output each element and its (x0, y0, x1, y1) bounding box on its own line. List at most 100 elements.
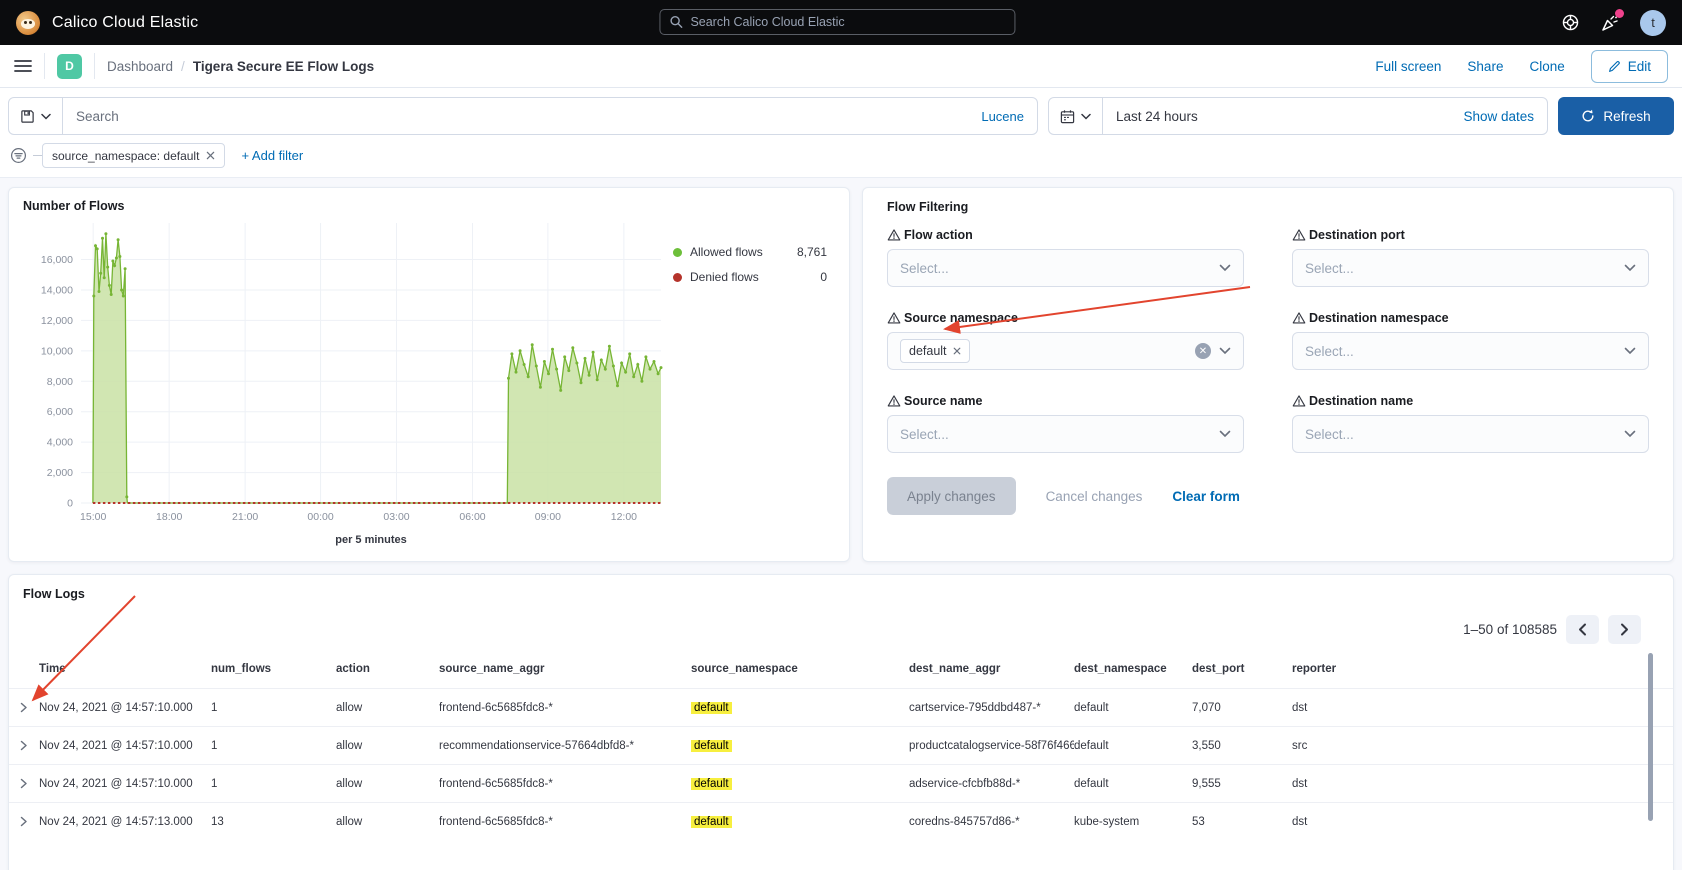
field-select[interactable]: Select... (1292, 332, 1649, 370)
search-input[interactable]: Search (63, 109, 981, 124)
svg-text:16,000: 16,000 (41, 254, 73, 266)
svg-text:12,000: 12,000 (41, 315, 73, 327)
flow-logs-header-row: Timenum_flowsactionsource_name_aggrsourc… (9, 650, 1673, 688)
legend-item[interactable]: Denied flows0 (673, 270, 827, 284)
share-link[interactable]: Share (1467, 59, 1503, 74)
clear-selection-icon[interactable]: ✕ (1195, 343, 1211, 359)
cell-action: allow (336, 702, 439, 714)
field-select[interactable]: default ✕ (887, 332, 1244, 370)
user-avatar[interactable]: t (1640, 10, 1666, 36)
close-icon[interactable] (206, 151, 215, 160)
column-header-dest_name_aggr[interactable]: dest_name_aggr (909, 663, 1074, 675)
field-select[interactable]: Select... (887, 249, 1244, 287)
menu-hamburger-icon[interactable] (14, 59, 32, 73)
search-icon (669, 15, 683, 29)
cell-dest_port: 53 (1192, 816, 1292, 828)
space-badge[interactable]: D (57, 54, 82, 79)
expand-row-icon[interactable] (9, 702, 39, 713)
cell-source_name_aggr: frontend-6c5685fdc8-* (439, 816, 691, 828)
column-header-source_namespace[interactable]: source_namespace (691, 663, 909, 675)
flow-filtering-title: Flow Filtering (887, 200, 1649, 214)
cell-dest_name_aggr: adservice-cfcbfb88d-* (909, 778, 1074, 790)
cell-reporter: src (1292, 740, 1673, 752)
chevron-down-icon (1624, 264, 1636, 272)
expand-row-icon[interactable] (9, 778, 39, 789)
select-placeholder: Select... (1305, 344, 1616, 359)
warning-icon (887, 228, 901, 242)
next-page-button[interactable] (1608, 615, 1641, 644)
cell-dest_namespace: default (1074, 740, 1192, 752)
cell-source_namespace: default (691, 778, 909, 790)
column-header-source_name_aggr[interactable]: source_name_aggr (439, 663, 691, 675)
filter-options-icon[interactable] (10, 147, 27, 164)
svg-text:10,000: 10,000 (41, 345, 73, 357)
column-header-dest_port[interactable]: dest_port (1192, 663, 1292, 675)
field-select[interactable]: Select... (887, 415, 1244, 453)
expand-row-icon[interactable] (9, 816, 39, 827)
global-search-input[interactable]: Search Calico Cloud Elastic (659, 9, 1015, 35)
select-placeholder: Select... (1305, 261, 1616, 276)
help-icon[interactable] (1561, 13, 1580, 32)
cell-reporter: dst (1292, 816, 1673, 828)
divider (94, 53, 95, 79)
cancel-changes-button[interactable]: Cancel changes (1046, 489, 1143, 504)
news-icon[interactable] (1600, 13, 1620, 33)
column-header-action[interactable]: action (336, 663, 439, 675)
flow-logs-title: Flow Logs (9, 587, 1673, 601)
legend-item[interactable]: Allowed flows8,761 (673, 245, 827, 259)
flow-logs-panel: Flow Logs 1–50 of 108585 Timenum_flowsac… (8, 574, 1674, 870)
select-placeholder: Select... (900, 427, 1211, 442)
remove-value-icon[interactable] (953, 347, 961, 355)
filter-pill-source-namespace[interactable]: source_namespace: default (42, 143, 225, 168)
apply-changes-button[interactable]: Apply changes (887, 477, 1016, 515)
field-select[interactable]: Select... (1292, 249, 1649, 287)
warning-icon (887, 311, 901, 325)
breadcrumb: Dashboard / Tigera Secure EE Flow Logs (107, 59, 374, 74)
add-filter-link[interactable]: + Add filter (241, 148, 303, 163)
chevron-down-icon (1219, 264, 1231, 272)
cell-action: allow (336, 778, 439, 790)
column-header-reporter[interactable]: reporter (1292, 663, 1673, 675)
svg-text:6,000: 6,000 (47, 406, 73, 418)
full-screen-link[interactable]: Full screen (1375, 59, 1441, 74)
show-dates-link[interactable]: Show dates (1463, 109, 1547, 124)
clone-link[interactable]: Clone (1529, 59, 1564, 74)
column-header-num_flows[interactable]: num_flows (211, 663, 336, 675)
filter-field-destination-namespace: Destination namespaceSelect... (1292, 311, 1649, 370)
prev-page-button[interactable] (1566, 615, 1599, 644)
selected-value-chip[interactable]: default (900, 339, 970, 363)
flow-filtering-panel: Flow Filtering Flow actionSelect...Desti… (862, 187, 1674, 562)
cell-action: allow (336, 816, 439, 828)
edit-button[interactable]: Edit (1591, 50, 1668, 83)
breadcrumb-separator: / (181, 59, 185, 74)
chevron-down-icon (1219, 347, 1231, 355)
svg-text:03:00: 03:00 (383, 511, 409, 523)
warning-icon (1292, 228, 1306, 242)
filter-field-destination-name: Destination nameSelect... (1292, 394, 1649, 453)
field-select[interactable]: Select... (1292, 415, 1649, 453)
divider (33, 155, 42, 156)
flows-area-chart[interactable]: 02,0004,0006,0008,00010,00012,00014,0001… (23, 213, 673, 551)
expand-row-icon[interactable] (9, 740, 39, 751)
column-header-Time[interactable]: Time (39, 663, 211, 675)
calendar-icon (1060, 109, 1075, 124)
warning-icon (887, 394, 901, 408)
cell-reporter: dst (1292, 778, 1673, 790)
page-title: Tigera Secure EE Flow Logs (193, 59, 374, 74)
chart-legend: Allowed flows8,761 Denied flows0 (673, 213, 831, 551)
clear-form-button[interactable]: Clear form (1172, 489, 1240, 504)
cell-dest_port: 7,070 (1192, 702, 1292, 714)
svg-text:4,000: 4,000 (47, 437, 73, 449)
query-language-toggle[interactable]: Lucene (981, 109, 1037, 124)
breadcrumb-dashboard[interactable]: Dashboard (107, 59, 173, 74)
time-range-value[interactable]: Last 24 hours (1103, 109, 1211, 124)
column-header-dest_namespace[interactable]: dest_namespace (1074, 663, 1192, 675)
table-row: Nov 24, 2021 @ 14:57:10.0001allowfronten… (9, 764, 1673, 802)
legend-dot-icon (673, 248, 682, 257)
saved-query-menu-button[interactable] (9, 98, 63, 134)
svg-text:per 5 minutes: per 5 minutes (335, 534, 407, 546)
select-placeholder: Select... (900, 261, 1211, 276)
date-picker-menu-button[interactable] (1049, 98, 1103, 134)
refresh-button[interactable]: Refresh (1558, 97, 1674, 135)
vertical-scrollbar[interactable] (1648, 653, 1653, 821)
